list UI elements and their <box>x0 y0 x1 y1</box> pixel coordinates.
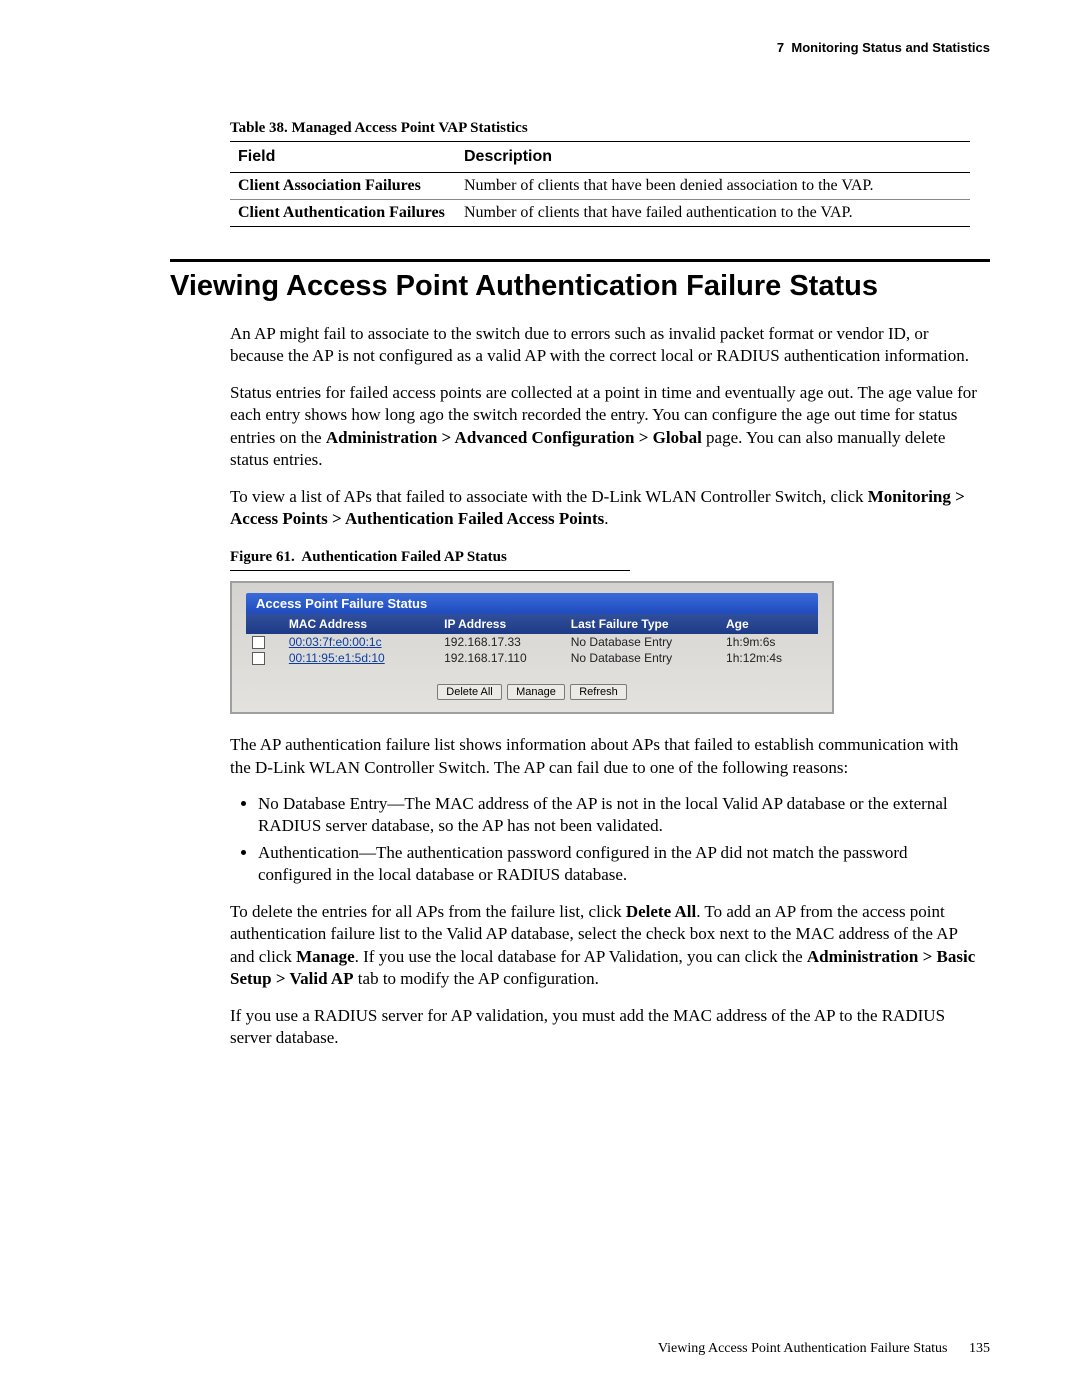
figure-caption: Figure 61. Authentication Failed AP Stat… <box>230 549 990 566</box>
panel-header-row: MAC Address IP Address Last Failure Type… <box>246 614 818 634</box>
ip-cell: 192.168.17.33 <box>438 634 565 650</box>
delete-all-button[interactable]: Delete All <box>437 684 501 700</box>
panel-title: Access Point Failure Status <box>246 593 818 614</box>
figure-label: Figure 61. <box>230 549 295 565</box>
table-caption: Table 38. Managed Access Point VAP Stati… <box>230 120 990 137</box>
col-header-age: Age <box>720 614 818 634</box>
ip-cell: 192.168.17.110 <box>438 650 565 666</box>
page-number: 135 <box>969 1341 990 1356</box>
list-item: Authentication—The authentication passwo… <box>258 842 978 887</box>
chapter-title: Monitoring Status and Statistics <box>791 40 990 55</box>
nav-path: Administration > Advanced Configuration … <box>326 428 702 447</box>
section-heading: Viewing Access Point Authentication Fail… <box>170 259 990 303</box>
list-item: No Database Entry—The MAC address of the… <box>258 793 978 838</box>
paragraph: If you use a RADIUS server for AP valida… <box>230 1005 980 1050</box>
paragraph: To view a list of APs that failed to ass… <box>230 486 980 531</box>
footer-title: Viewing Access Point Authentication Fail… <box>658 1341 948 1356</box>
paragraph: Status entries for failed access points … <box>230 382 980 472</box>
row-checkbox[interactable] <box>252 652 265 665</box>
table-row: Client Association Failures Number of cl… <box>230 173 970 200</box>
running-header: 7 Monitoring Status and Statistics <box>90 40 990 55</box>
mac-link[interactable]: 00:11:95:e1:5d:10 <box>283 650 438 666</box>
age-cell: 1h:9m:6s <box>720 634 818 650</box>
table-label: Table 38. <box>230 120 288 136</box>
field-name: Client Association Failures <box>230 173 456 200</box>
field-name: Client Authentication Failures <box>230 200 456 227</box>
row-checkbox[interactable] <box>252 636 265 649</box>
col-header-type: Last Failure Type <box>565 614 720 634</box>
manage-button[interactable]: Manage <box>507 684 565 700</box>
paragraph: The AP authentication failure list shows… <box>230 734 980 779</box>
failure-reasons-list: No Database Entry—The MAC address of the… <box>230 793 978 887</box>
table-row: Client Authentication Failures Number of… <box>230 200 970 227</box>
mac-link[interactable]: 00:03:7f:e0:00:1c <box>283 634 438 650</box>
page-footer: Viewing Access Point Authentication Fail… <box>658 1341 990 1357</box>
figure-title: Authentication Failed AP Status <box>301 549 506 565</box>
field-desc: Number of clients that have been denied … <box>456 173 970 200</box>
ap-failure-row: 00:03:7f:e0:00:1c 192.168.17.33 No Datab… <box>246 634 818 650</box>
failure-type-cell: No Database Entry <box>565 634 720 650</box>
field-desc: Number of clients that have failed authe… <box>456 200 970 227</box>
refresh-button[interactable]: Refresh <box>570 684 627 700</box>
ap-failure-row: 00:11:95:e1:5d:10 192.168.17.110 No Data… <box>246 650 818 666</box>
age-cell: 1h:12m:4s <box>720 650 818 666</box>
col-header-ip: IP Address <box>438 614 565 634</box>
failure-type-cell: No Database Entry <box>565 650 720 666</box>
col-header-field: Field <box>230 142 456 173</box>
paragraph: To delete the entries for all APs from t… <box>230 901 980 991</box>
paragraph: An AP might fail to associate to the swi… <box>230 323 980 368</box>
col-header-mac: MAC Address <box>283 614 438 634</box>
vap-statistics-table: Field Description Client Association Fai… <box>230 141 970 227</box>
figure-rule <box>230 570 630 571</box>
chapter-number: 7 <box>777 40 784 55</box>
ap-failure-status-screenshot: Access Point Failure Status MAC Address … <box>230 581 834 715</box>
col-header-desc: Description <box>456 142 970 173</box>
table-title: Managed Access Point VAP Statistics <box>292 120 528 136</box>
